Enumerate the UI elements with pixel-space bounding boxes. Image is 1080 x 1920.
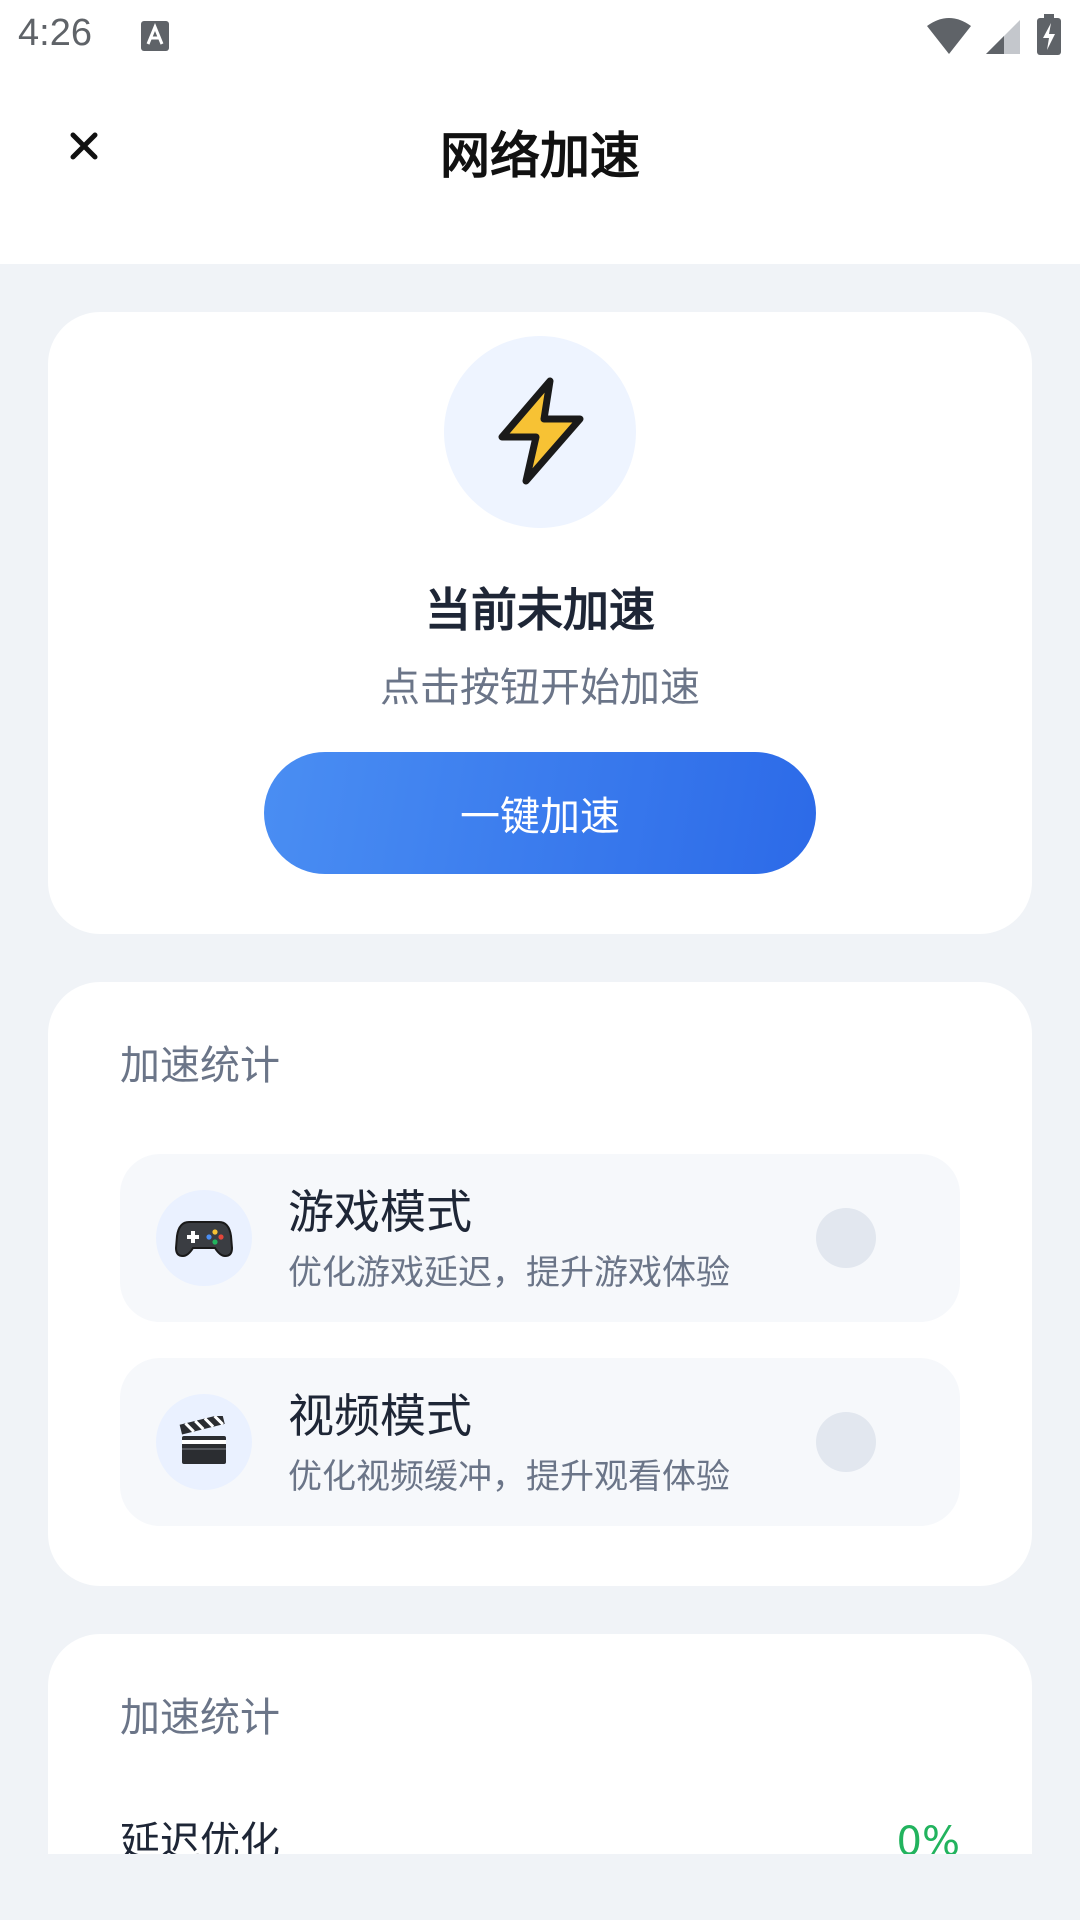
mode-title: 视频模式 [288, 1389, 472, 1443]
game-mode-toggle[interactable] [816, 1208, 876, 1268]
mode-icon-badge [156, 1190, 252, 1286]
acceleration-status: 当前未加速 [425, 583, 655, 637]
accelerator-card: 当前未加速 点击按钮开始加速 一键加速 [48, 312, 1032, 934]
section-title: 加速统计 [120, 1043, 280, 1089]
cellular-signal-icon [986, 20, 1020, 54]
mode-icon-badge [156, 1394, 252, 1490]
gamepad-icon [175, 1221, 233, 1258]
mode-title: 游戏模式 [288, 1185, 472, 1239]
section-title: 加速统计 [120, 1695, 280, 1741]
mode-description: 优化视频缓冲，提升观看体验 [288, 1457, 730, 1497]
stat-label: 延迟优化 [120, 1819, 280, 1854]
battery-charging-icon [1037, 14, 1061, 55]
status-time: 4:26 [18, 12, 92, 54]
keyboard-notification-icon [141, 21, 169, 51]
stat-value: 0% [896, 1819, 960, 1854]
lightning-bolt-icon [498, 377, 584, 485]
modes-card: 加速统计 游戏模式 优化游戏延迟，提升游戏体验 视频模式 优化视频缓冲，提升观看… [48, 982, 1032, 1586]
stats-card: 加速统计 延迟优化 0% [48, 1634, 1032, 1854]
mode-item-game[interactable]: 游戏模式 优化游戏延迟，提升游戏体验 [120, 1154, 960, 1322]
acceleration-hint: 点击按钮开始加速 [380, 665, 700, 711]
mode-description: 优化游戏延迟，提升游戏体验 [288, 1253, 730, 1293]
page-title: 网络加速 [440, 127, 640, 185]
bolt-badge [444, 336, 636, 528]
video-mode-toggle[interactable] [816, 1412, 876, 1472]
status-bar: 4:26 [0, 0, 1080, 74]
one-click-accelerate-button[interactable]: 一键加速 [264, 752, 816, 874]
clapperboard-icon [179, 1416, 226, 1464]
wifi-icon [927, 18, 971, 54]
mode-item-video[interactable]: 视频模式 优化视频缓冲，提升观看体验 [120, 1358, 960, 1526]
